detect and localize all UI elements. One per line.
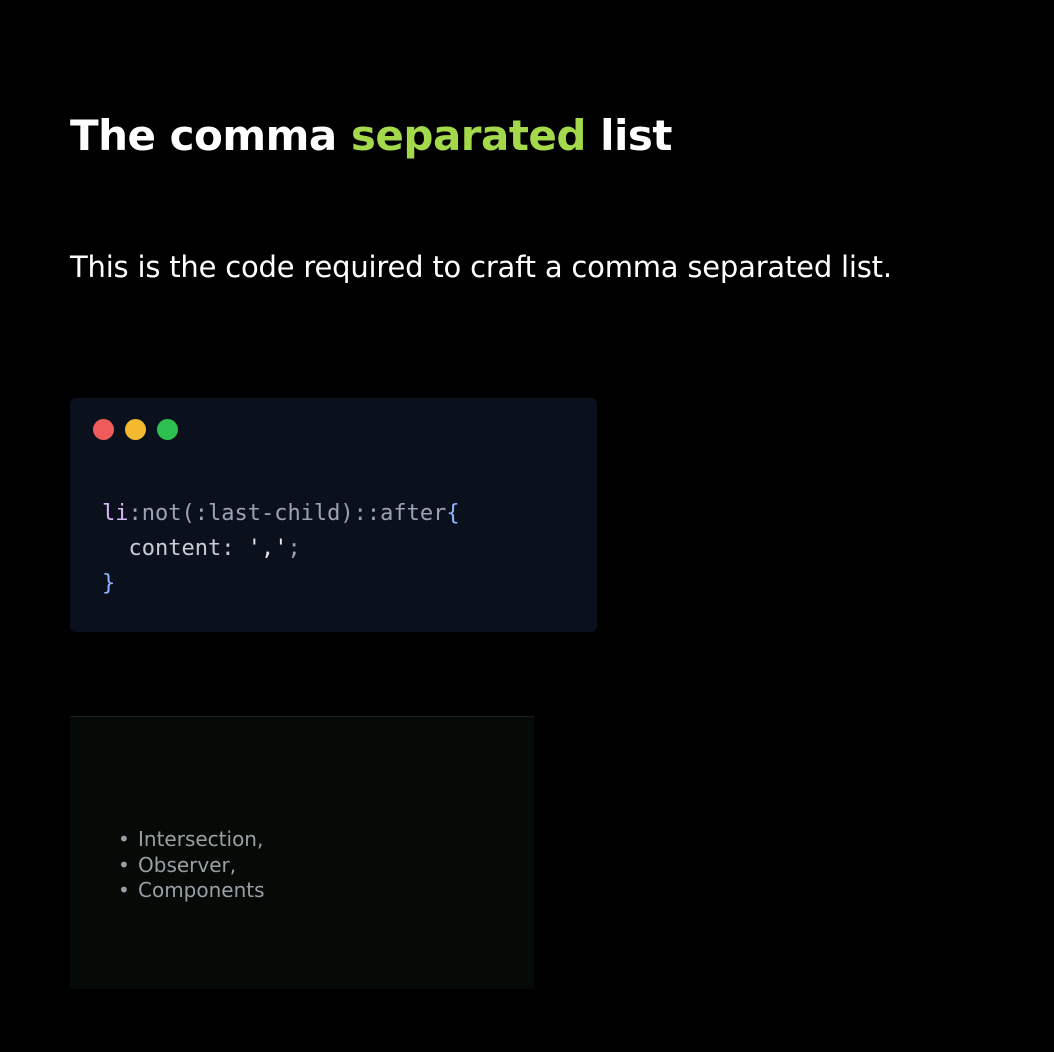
rendered-preview: • Intersection, • Observer, • Components [70, 716, 534, 989]
description-text: This is the code required to craft a com… [70, 250, 892, 284]
list-item-text: Intersection, [138, 827, 264, 851]
code-snippet-window: li:not(:last-child)::after{ content: ','… [70, 398, 597, 632]
code-close-brace: } [102, 571, 116, 596]
title-end: list [585, 111, 672, 160]
list-item: • Observer, [118, 853, 265, 879]
title-start: The comma [70, 111, 351, 160]
minimize-dot-icon [125, 419, 146, 440]
page-title: The comma separated list [70, 108, 672, 164]
list-item: • Components [118, 878, 265, 904]
maximize-dot-icon [157, 419, 178, 440]
code-string-value: ',' [247, 536, 288, 561]
code-selector: li [102, 501, 129, 526]
close-dot-icon [93, 419, 114, 440]
code-pseudo-selector: :not(:last-child)::after [128, 501, 447, 526]
preview-list: • Intersection, • Observer, • Components [118, 827, 265, 904]
list-item: • Intersection, [118, 827, 265, 853]
bullet-icon: • [118, 827, 130, 851]
code-semicolon: ; [287, 536, 301, 561]
code-property: content: [128, 536, 248, 561]
bullet-icon: • [118, 878, 130, 902]
title-accent-word: separated [350, 111, 587, 160]
window-controls [93, 419, 178, 440]
list-item-text: Components [138, 878, 265, 902]
bullet-icon: • [118, 852, 130, 877]
code-open-brace: { [446, 501, 460, 526]
list-item-text: Observer, [138, 852, 237, 877]
css-code-block: li:not(:last-child)::after{ content: ','… [102, 496, 460, 601]
